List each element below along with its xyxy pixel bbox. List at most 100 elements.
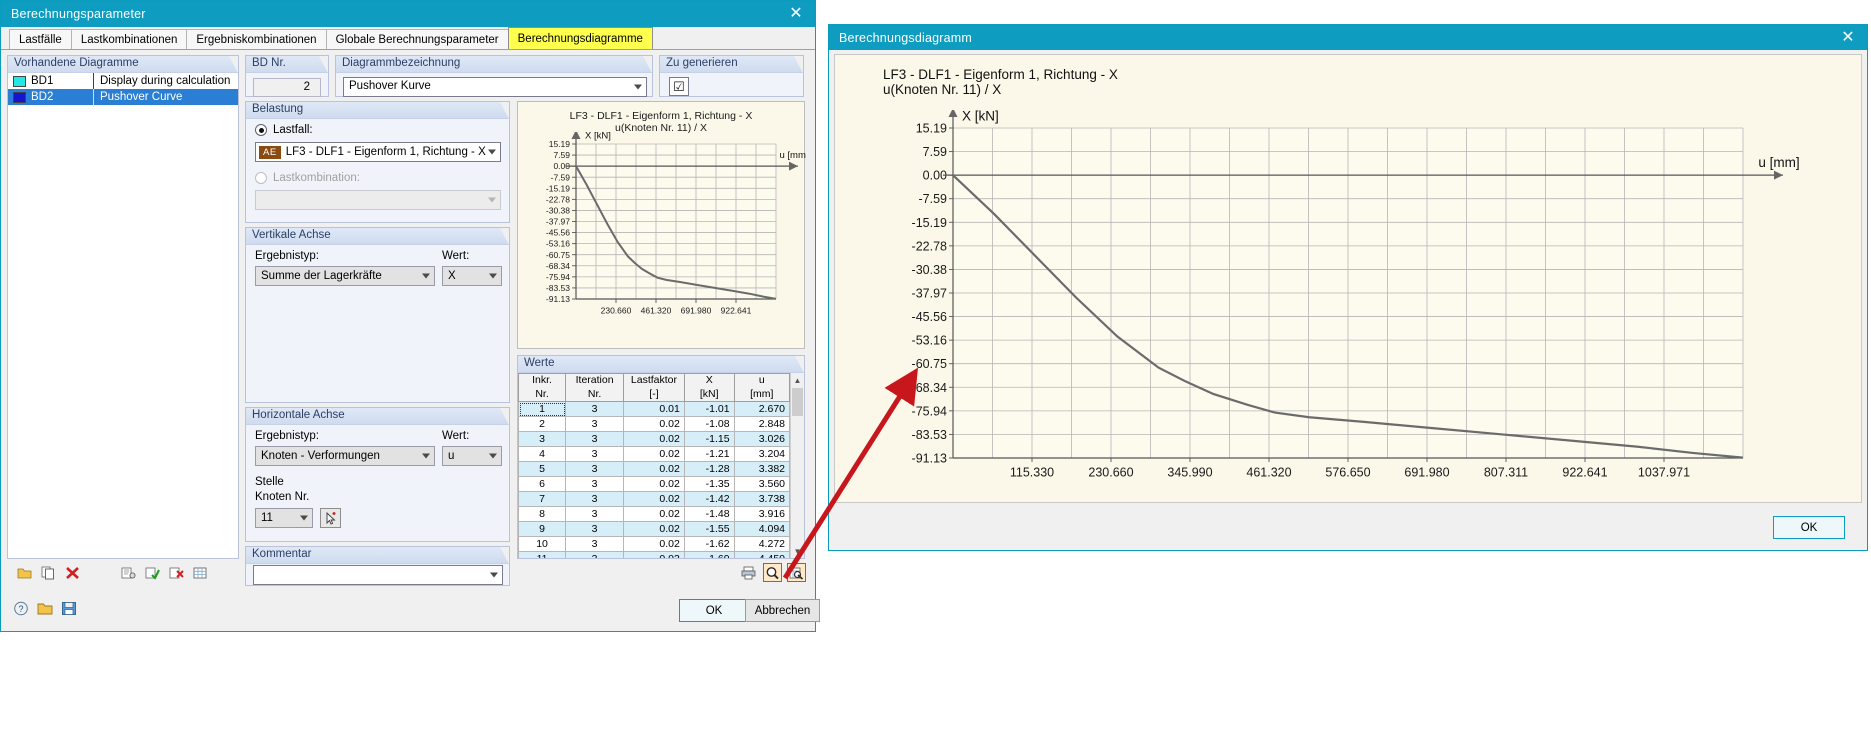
zoom-icon[interactable] [763,563,782,582]
table-cell[interactable]: 0.02 [623,461,685,477]
radio-lastkombination[interactable]: Lastkombination: [255,172,360,184]
remove-icon[interactable] [167,563,186,582]
table-cell[interactable]: 1 [518,401,567,417]
table-cell[interactable]: 9 [518,521,567,537]
chevron-down-icon[interactable] [488,149,496,155]
list-item[interactable]: BD1 Display during calculation [8,73,238,89]
table-cell[interactable]: 2.670 [733,401,791,417]
radio-lastfall[interactable]: Lastfall: [255,124,313,136]
scroll-down-icon[interactable]: ▼ [791,544,804,558]
table-cell[interactable]: -1.42 [683,491,735,507]
table-cell[interactable]: 0.02 [623,521,685,537]
table-cell[interactable]: -1.69 [683,551,735,558]
table-cell[interactable]: 8 [518,506,567,522]
column-header[interactable]: Inkr. [518,373,567,388]
chevron-down-icon[interactable] [422,273,430,279]
chevron-down-icon[interactable] [422,453,430,459]
diagram-label-input[interactable]: Pushover Kurve [343,77,647,97]
column-header[interactable]: u [733,373,791,388]
save-icon[interactable] [59,599,78,618]
table-cell[interactable]: -1.08 [683,416,735,432]
table-cell[interactable]: 3.560 [733,476,791,492]
table-cell[interactable]: 7 [518,491,567,507]
table-cell[interactable]: 3 [565,446,625,462]
table-row[interactable]: 1 3 0.01 -1.01 2.670 [518,401,791,417]
open-icon[interactable] [35,599,54,618]
table-row[interactable]: 7 3 0.02 -1.42 3.738 [518,491,791,507]
chevron-down-icon[interactable] [490,572,498,578]
table-cell[interactable]: 4.094 [733,521,791,537]
werte-scrollbar[interactable]: ▲ ▼ [790,373,804,558]
settings-icon[interactable] [119,563,138,582]
column-header[interactable]: X [683,373,735,388]
table-cell[interactable]: 3.026 [733,431,791,447]
table-row[interactable]: 5 3 0.02 -1.28 3.382 [518,461,791,477]
chevron-down-icon[interactable] [634,84,642,90]
table-cell[interactable]: 0.02 [623,506,685,522]
table-cell[interactable]: 3 [565,476,625,492]
table-row[interactable]: 10 3 0.02 -1.62 4.272 [518,536,791,552]
table-row[interactable]: 8 3 0.02 -1.48 3.916 [518,506,791,522]
knoten-nr-combo[interactable]: 11 [255,508,313,528]
close-icon[interactable]: ✕ [783,3,809,25]
table-cell[interactable]: -1.21 [683,446,735,462]
tab-lastkombinationen[interactable]: Lastkombinationen [70,29,188,49]
werte-table[interactable]: Inkr. Iteration Lastfaktor Xu Nr. Nr. [-] [kN][… [518,373,791,558]
table-cell[interactable]: 5 [518,461,567,477]
table-cell[interactable]: 3 [565,551,625,558]
table-cell[interactable]: 3 [565,536,625,552]
table-cell[interactable]: 3 [565,416,625,432]
horizontal-wert-combo[interactable]: u [442,446,502,466]
table-cell[interactable]: 3 [565,431,625,447]
bd-nr-field[interactable]: 2 [253,78,321,97]
chevron-down-icon[interactable] [300,515,308,521]
table-cell[interactable]: 0.02 [623,536,685,552]
delete-diagram-icon[interactable] [63,563,82,582]
table-row[interactable]: 9 3 0.02 -1.55 4.094 [518,521,791,537]
help-icon[interactable]: ? [11,599,30,618]
table-icon[interactable] [191,563,210,582]
table-cell[interactable]: -1.48 [683,506,735,522]
table-cell[interactable]: 3 [565,491,625,507]
export-icon[interactable] [787,563,806,582]
table-cell[interactable]: 0.02 [623,446,685,462]
table-row[interactable]: 4 3 0.02 -1.21 3.204 [518,446,791,462]
pick-node-icon[interactable] [320,508,341,528]
table-cell[interactable]: -1.62 [683,536,735,552]
table-cell[interactable]: 3.382 [733,461,791,477]
chevron-down-icon[interactable] [489,453,497,459]
table-cell[interactable]: -1.55 [683,521,735,537]
horizontal-ergebnistyp-combo[interactable]: Knoten - Verformungen [255,446,435,466]
generate-checkbox[interactable]: ☑ [669,77,689,96]
table-cell[interactable]: 3 [565,506,625,522]
tab-berechnungsdiagramme[interactable]: Berechnungsdiagramme [507,27,653,49]
table-cell[interactable]: 3 [518,431,567,447]
table-cell[interactable]: 10 [518,536,567,552]
table-cell[interactable]: -1.15 [683,431,735,447]
table-row[interactable]: 1130.03-1.694.450 [518,551,791,558]
tab-ergebniskombinationen[interactable]: Ergebniskombinationen [186,29,327,49]
table-cell[interactable]: 0.02 [623,476,685,492]
scroll-up-icon[interactable]: ▲ [791,373,804,387]
table-row[interactable]: 3 3 0.02 -1.15 3.026 [518,431,791,447]
column-header[interactable]: Iteration [565,373,625,388]
table-cell[interactable]: 4.272 [733,536,791,552]
table-cell[interactable]: -1.28 [683,461,735,477]
table-cell[interactable]: 3.738 [733,491,791,507]
table-cell[interactable]: 3.204 [733,446,791,462]
list-item[interactable]: BD2 Pushover Curve [8,89,238,105]
table-cell[interactable]: 4.450 [733,551,791,558]
table-cell[interactable]: 0.02 [623,431,685,447]
vertical-wert-combo[interactable]: X [442,266,502,286]
table-cell[interactable]: 2 [518,416,567,432]
table-row[interactable]: 2 3 0.02 -1.08 2.848 [518,416,791,432]
table-cell[interactable]: 3 [565,461,625,477]
table-cell[interactable]: 2.848 [733,416,791,432]
kommentar-input[interactable] [253,565,503,585]
copy-diagram-icon[interactable] [39,563,58,582]
table-cell[interactable]: -1.35 [683,476,735,492]
vertical-ergebnistyp-combo[interactable]: Summe der Lagerkräfte [255,266,435,286]
diagram-list[interactable]: BD1 Display during calculation BD2 Pusho… [8,73,238,558]
table-cell[interactable]: 0.01 [623,401,685,417]
scrollbar-thumb[interactable] [792,388,803,416]
